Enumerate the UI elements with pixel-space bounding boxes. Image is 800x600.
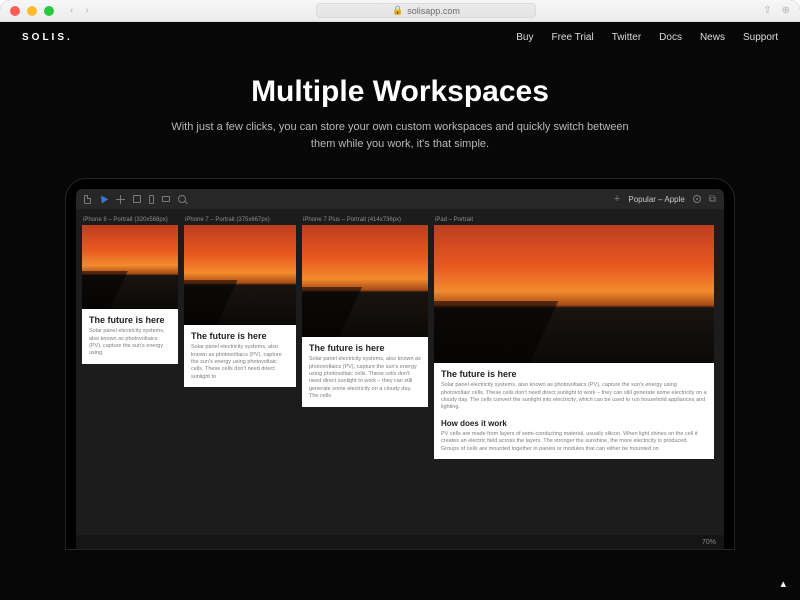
card-heading: The future is here: [309, 343, 421, 353]
device-panel: iPhone 7 Plus – Portrait (414x736px) The …: [302, 215, 428, 407]
pointer-icon[interactable]: [99, 195, 108, 204]
device-panel-hero-image: [434, 225, 714, 363]
app-toolbar-right: + Popular – Apple ⧉: [614, 194, 716, 205]
card-heading: The future is here: [441, 369, 707, 379]
device-panel-hero-image: [82, 225, 178, 309]
device-panel-content: The future is here Solar panel electricit…: [82, 309, 178, 364]
tablet-icon[interactable]: [162, 196, 170, 202]
nav-link-docs[interactable]: Docs: [659, 32, 682, 43]
nav-link-news[interactable]: News: [700, 32, 725, 43]
search-icon[interactable]: [178, 195, 186, 203]
laptop-mock: + Popular – Apple ⧉ iPhone 8 – Portrait …: [66, 179, 734, 549]
device-panel-label: iPad – Portrait: [434, 215, 714, 225]
browser-right-controls: ⇪ ⊕: [763, 5, 790, 16]
fullscreen-window-icon[interactable]: [44, 6, 54, 16]
window-traffic-lights[interactable]: [10, 6, 54, 16]
nav-link-twitter[interactable]: Twitter: [612, 32, 641, 43]
card-body: Solar panel electricity systems, also kn…: [441, 382, 707, 412]
browser-nav-buttons: ‹ ›: [70, 5, 89, 16]
panels-toggle-icon[interactable]: ⧉: [709, 194, 716, 205]
hero-subtitle: With just a few clicks, you can store yo…: [170, 119, 630, 153]
site-nav-links: Buy Free Trial Twitter Docs News Support: [516, 32, 778, 43]
share-icon[interactable]: ⇪: [763, 5, 771, 16]
address-bar[interactable]: 🔒 solisapp.com: [316, 3, 536, 18]
forward-icon[interactable]: ›: [85, 5, 88, 16]
device-panel-content: The future is here Solar panel electricit…: [184, 325, 296, 387]
device-panel-content: The future is here Solar panel electricit…: [302, 337, 428, 407]
card-body: Solar panel electricity systems, also kn…: [191, 344, 289, 381]
workspace-preset[interactable]: Popular – Apple: [628, 195, 685, 204]
device-panel-hero-image: [184, 225, 296, 325]
nav-link-freetrial[interactable]: Free Trial: [551, 32, 593, 43]
device-panel: iPhone 8 – Portrait (320x568px) The futur…: [82, 215, 178, 364]
scroll-to-top-icon[interactable]: ▴: [780, 577, 786, 590]
card-heading: The future is here: [191, 331, 289, 341]
crosshair-icon[interactable]: [116, 195, 125, 204]
app-toolbar-left: [84, 195, 186, 204]
app-window: + Popular – Apple ⧉ iPhone 8 – Portrait …: [76, 189, 724, 549]
new-tab-icon[interactable]: ⊕: [782, 5, 790, 16]
hero-title: Multiple Workspaces: [40, 75, 760, 109]
device-panel: iPhone 7 – Portrait (375x667px) The futur…: [184, 215, 296, 387]
site-nav: SOLIS. Buy Free Trial Twitter Docs News …: [0, 22, 800, 47]
back-icon[interactable]: ‹: [70, 5, 73, 16]
device-panel-label: iPhone 8 – Portrait (320x568px): [82, 215, 178, 225]
device-panel-label: iPhone 7 Plus – Portrait (414x736px): [302, 215, 428, 225]
phone-icon[interactable]: [149, 195, 154, 204]
nav-link-buy[interactable]: Buy: [516, 32, 533, 43]
page-icon[interactable]: [84, 195, 91, 204]
add-panel-icon[interactable]: +: [614, 194, 620, 205]
desktop-icon[interactable]: [133, 195, 141, 203]
hero: Multiple Workspaces With just a few clic…: [0, 47, 800, 161]
site-logo[interactable]: SOLIS.: [22, 32, 73, 43]
lock-icon: 🔒: [392, 5, 403, 16]
app-toolbar: + Popular – Apple ⧉: [76, 189, 724, 209]
device-panel: iPad – Portrait The future is here Solar p…: [434, 215, 714, 459]
device-panel-hero-image: [302, 225, 428, 337]
minimize-window-icon[interactable]: [27, 6, 37, 16]
settings-icon[interactable]: [693, 195, 701, 203]
card-heading-2: How does it work: [441, 419, 707, 428]
card-body-2: PV cells are made from layers of semi-co…: [441, 431, 707, 453]
address-text: solisapp.com: [407, 6, 460, 16]
device-panel-content: The future is here Solar panel electricit…: [434, 363, 714, 459]
device-panels: iPhone 8 – Portrait (320x568px) The futur…: [76, 209, 724, 535]
browser-window: ‹ › 🔒 solisapp.com ⇪ ⊕ SOLIS. Buy Free T…: [0, 0, 800, 600]
address-bar-wrap: 🔒 solisapp.com: [95, 3, 758, 18]
card-body: Solar panel electricity systems, also kn…: [89, 328, 171, 358]
browser-chrome: ‹ › 🔒 solisapp.com ⇪ ⊕: [0, 0, 800, 22]
close-window-icon[interactable]: [10, 6, 20, 16]
nav-link-support[interactable]: Support: [743, 32, 778, 43]
zoom-level[interactable]: 70%: [702, 539, 716, 546]
card-heading: The future is here: [89, 315, 171, 325]
device-panel-label: iPhone 7 – Portrait (375x667px): [184, 215, 296, 225]
card-body: Solar panel electricity systems, also kn…: [309, 356, 421, 401]
workspace-preset-label: Popular – Apple: [628, 195, 685, 204]
app-footer: 70%: [76, 535, 724, 549]
site-page: SOLIS. Buy Free Trial Twitter Docs News …: [0, 22, 800, 600]
